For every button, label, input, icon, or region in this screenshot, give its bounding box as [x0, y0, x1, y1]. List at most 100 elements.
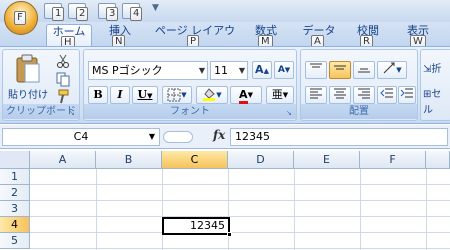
gridline: [30, 248, 450, 249]
row-label: 3: [11, 202, 18, 215]
font-color-button[interactable]: A▼: [230, 86, 262, 104]
tab-view[interactable]: 表示 W: [398, 24, 438, 49]
chevron-down-icon: ▼: [152, 3, 159, 13]
quick-access-toolbar: 1 2 3 4 ▼: [0, 0, 450, 22]
align-top-button[interactable]: [305, 61, 327, 79]
row-label: 1: [11, 170, 18, 183]
column-label: F: [389, 153, 396, 166]
shrink-font-button[interactable]: A▼: [274, 61, 294, 79]
fill-color-button[interactable]: ▼: [196, 86, 228, 104]
italic-button[interactable]: I: [110, 86, 130, 104]
column-header-e[interactable]: E: [294, 151, 360, 169]
format-painter-icon[interactable]: [55, 89, 73, 105]
column-header-d[interactable]: D: [228, 151, 294, 169]
column-header-f[interactable]: F: [360, 151, 426, 169]
align-left-button[interactable]: [305, 86, 327, 104]
orientation-button[interactable]: ▼: [377, 61, 407, 79]
italic-icon: I: [117, 88, 123, 101]
row-label: 4: [11, 218, 18, 231]
decrease-indent-button[interactable]: [377, 86, 397, 104]
gridline: [30, 200, 450, 201]
align-bottom-button[interactable]: [353, 61, 375, 79]
tab-page-layout[interactable]: ページ レイアウト P: [150, 24, 240, 51]
column-header-b[interactable]: B: [96, 151, 162, 169]
align-right-button[interactable]: [353, 86, 375, 104]
row-header-5[interactable]: 5: [0, 233, 30, 249]
font-size-select[interactable]: 11 ▼: [210, 61, 248, 80]
checkbox-icon[interactable]: 4: [122, 3, 143, 21]
increase-indent-icon: [400, 88, 413, 98]
row-header-2[interactable]: 2: [0, 185, 30, 201]
font-name-select[interactable]: MS Pゴシック ▼: [88, 61, 208, 80]
gridline: [294, 169, 295, 250]
column-header-a[interactable]: A: [30, 151, 96, 169]
underline-button[interactable]: U▼: [132, 86, 158, 104]
merge-cells-button[interactable]: ⊞セル: [422, 86, 450, 116]
tab-home[interactable]: ホーム H: [46, 24, 92, 50]
cut-icon[interactable]: [55, 53, 73, 69]
decrease-indent-icon: [380, 88, 393, 98]
gridline: [228, 169, 229, 250]
font-group: MS Pゴシック ▼ 11 ▼ A▲ A▼ B I U▼ ▼ ▼ A▼ 亜▼ フ…: [83, 49, 297, 121]
tab-review[interactable]: 校閲 R: [348, 24, 388, 49]
dialog-launcher-icon[interactable]: ↘: [286, 109, 294, 117]
clipboard-group: 貼り付け クリップボード ↘: [2, 49, 80, 121]
formula-bar-grip-icon[interactable]: [163, 131, 193, 143]
increase-indent-button[interactable]: [398, 86, 416, 104]
gridline: [360, 169, 361, 250]
gridline: [30, 184, 450, 185]
font-group-title: フォント: [170, 106, 210, 117]
dialog-launcher-icon[interactable]: ↘: [69, 109, 77, 117]
phonetic-button[interactable]: 亜▼: [266, 86, 294, 104]
row-header-4[interactable]: 4: [0, 217, 30, 233]
column-label: A: [58, 153, 67, 166]
office-button[interactable]: F: [4, 1, 38, 35]
wrap-text-label: 折: [431, 64, 442, 75]
align-left-icon: [310, 88, 322, 99]
align-right-icon: [358, 88, 370, 99]
tab-formulas[interactable]: 数式 M: [246, 24, 286, 49]
clipboard-group-label: クリップボード: [3, 104, 79, 119]
row-label: 5: [11, 234, 18, 247]
borders-button[interactable]: ▼: [162, 86, 192, 104]
worksheet-grid[interactable]: A B C D E F 1 2 3 4 5 12345: [0, 151, 450, 250]
column-header-c[interactable]: C: [162, 151, 228, 169]
gridline: [162, 169, 163, 250]
copy-icon[interactable]: [55, 71, 73, 87]
insert-function-icon[interactable]: fx: [213, 128, 225, 142]
fill-handle[interactable]: [227, 232, 232, 237]
grow-font-button[interactable]: A▲: [252, 61, 272, 79]
undo-icon[interactable]: 2: [68, 3, 89, 21]
row-header-1[interactable]: 1: [0, 169, 30, 185]
save-icon[interactable]: 1: [44, 3, 65, 21]
chevron-down-icon: ▼: [198, 66, 205, 75]
bold-button[interactable]: B: [88, 86, 108, 104]
orientation-icon: [383, 62, 395, 74]
tab-insert[interactable]: 挿入 N: [100, 24, 140, 49]
chevron-down-icon[interactable]: ▼: [149, 129, 155, 145]
column-label: E: [323, 153, 330, 166]
column-label: D: [256, 153, 265, 166]
keytip: F: [14, 11, 26, 25]
paste-button[interactable]: 貼り付け: [6, 52, 50, 104]
formula-input[interactable]: 12345: [230, 128, 448, 146]
row-header-3[interactable]: 3: [0, 201, 30, 217]
gridline: [30, 216, 450, 217]
borders-icon: [167, 88, 181, 102]
active-cell-c4[interactable]: 12345: [162, 217, 230, 235]
redo-icon[interactable]: 3: [98, 3, 119, 21]
column-label: C: [190, 153, 199, 166]
alignment-group: ▼ 配置: [300, 49, 418, 121]
select-all-button[interactable]: [0, 151, 30, 169]
column-header-g[interactable]: [426, 151, 450, 169]
paste-label: 貼り付け: [8, 90, 48, 101]
tab-data[interactable]: データ A: [296, 24, 342, 49]
font-group-label: フォント: [84, 104, 296, 119]
customize-qat-button[interactable]: ▼: [152, 3, 162, 17]
underline-icon: U: [137, 88, 148, 101]
chevron-down-icon: ▼: [238, 66, 245, 75]
wrap-text-button[interactable]: ⇲折: [422, 61, 450, 79]
align-center-button[interactable]: [329, 86, 351, 104]
name-box[interactable]: C4 ▼: [2, 128, 160, 146]
align-middle-button[interactable]: [329, 61, 351, 79]
